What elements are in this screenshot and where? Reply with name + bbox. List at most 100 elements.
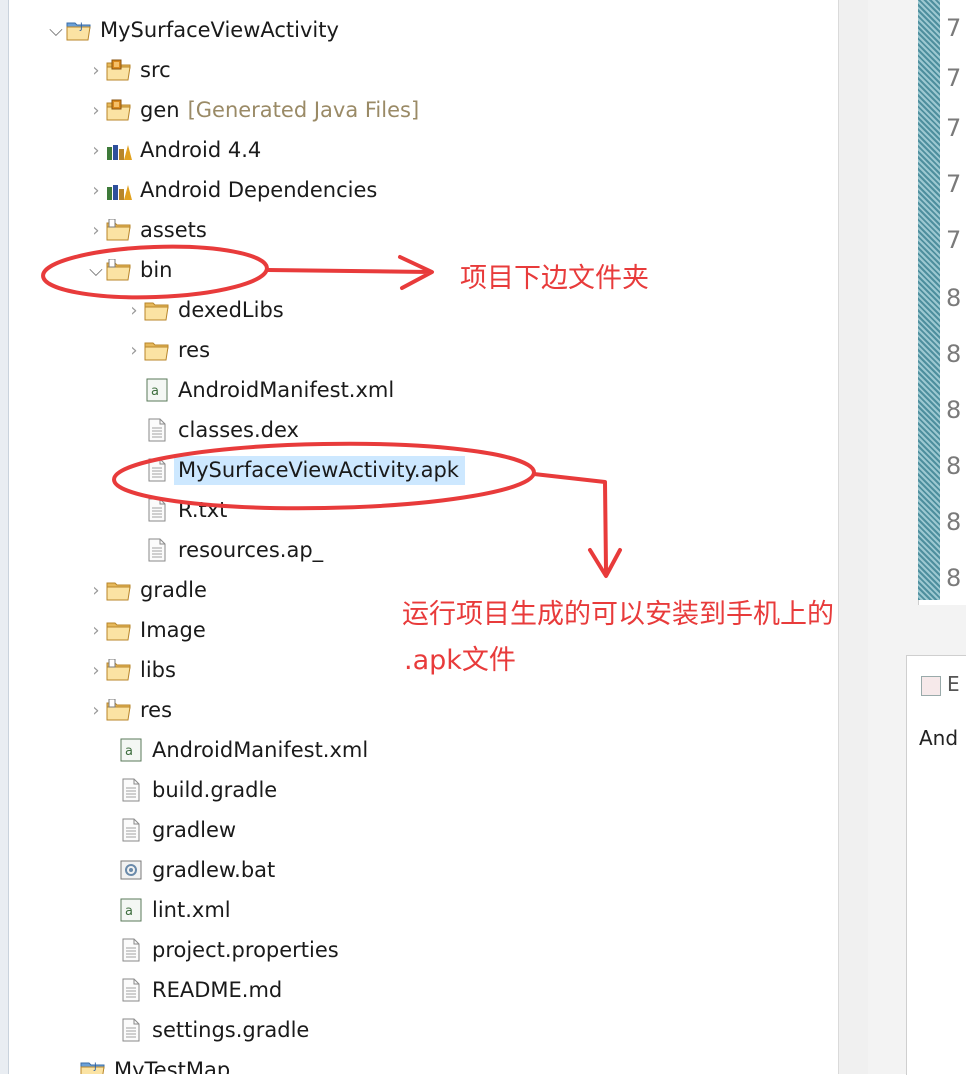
file-icon: [144, 458, 170, 482]
tree-item-src[interactable]: › src: [86, 52, 170, 88]
chevron-right-icon[interactable]: ›: [86, 580, 106, 601]
chevron-right-icon[interactable]: ›: [86, 620, 106, 641]
tree-item-label: assets: [140, 218, 207, 242]
tree-item-gradlew-bat[interactable]: gradlew.bat: [118, 852, 275, 888]
tree-item-label: project.properties: [152, 938, 339, 962]
tree-item-label: MyTestMap: [114, 1058, 231, 1074]
editor-line-char: 7: [946, 14, 962, 42]
editor-line-char: 7: [946, 170, 962, 198]
editor-line-char: 8: [946, 508, 962, 536]
tree-item-label: dexedLibs: [178, 298, 284, 322]
bin-annotation-text: 项目下边文件夹: [460, 263, 649, 294]
tree-item-label: res: [140, 698, 173, 722]
tree-item-mytestmap[interactable]: MyTestMap: [80, 1052, 230, 1074]
editor-line-char: 7: [946, 226, 962, 254]
chevron-right-icon[interactable]: ›: [86, 100, 106, 121]
editor-line-char: 7: [946, 64, 962, 92]
apk-annotation-text-line1: 运行项目生成的可以安装到手机上的: [402, 599, 834, 630]
tree-item-label: lint.xml: [152, 898, 231, 922]
xml-file-icon: [118, 738, 144, 762]
tree-item-libs[interactable]: › libs: [86, 652, 176, 688]
tree-item-gen[interactable]: › gen [Generated Java Files]: [86, 92, 419, 128]
tree-item-label: build.gradle: [152, 778, 278, 802]
view-content-text: And: [919, 726, 959, 750]
editor-line-char: 8: [946, 452, 962, 480]
tree-item-lint-xml[interactable]: lint.xml: [118, 892, 231, 928]
tree-item-bin-res[interactable]: › res: [124, 332, 210, 368]
tree-item-settings-gradle[interactable]: settings.gradle: [118, 1012, 309, 1048]
source-folder-icon: [106, 98, 132, 122]
tree-item-label: settings.gradle: [152, 1018, 310, 1042]
selection-highlight: MySurfaceViewActivity.apk: [174, 455, 465, 485]
folder-icon: [144, 338, 170, 362]
tree-item-label: MySurfaceViewActivity: [100, 18, 339, 42]
source-folder-icon: [106, 58, 132, 82]
tree-item-dexedlibs[interactable]: › dexedLibs: [124, 292, 284, 328]
tree-item-classes-dex[interactable]: classes.dex: [144, 412, 299, 448]
chevron-right-icon[interactable]: ›: [86, 180, 106, 201]
tree-item-label: gradlew.bat: [152, 858, 276, 882]
chevron-right-icon[interactable]: ›: [86, 220, 106, 241]
library-icon: [106, 178, 132, 202]
file-icon: [118, 938, 144, 962]
chevron-right-icon[interactable]: ›: [124, 340, 144, 361]
tree-item-label: MySurfaceViewActivity.apk: [178, 457, 459, 482]
tree-item-build-gradle[interactable]: build.gradle: [118, 772, 277, 808]
chevron-right-icon[interactable]: ›: [124, 300, 144, 321]
tree-item-bin-manifest[interactable]: AndroidManifest.xml: [144, 372, 394, 408]
tree-item-resources-ap[interactable]: resources.ap_: [144, 532, 323, 568]
tree-item-bin[interactable]: ⌵ bin: [86, 252, 172, 288]
chevron-right-icon[interactable]: ›: [86, 660, 106, 681]
explorer-scrollbar[interactable]: [838, 0, 869, 1074]
tree-item-readme[interactable]: README.md: [118, 972, 282, 1008]
tree-item-label: Android Dependencies: [140, 178, 378, 202]
tree-item-apk[interactable]: MySurfaceViewActivity.apk: [144, 452, 465, 488]
tree-item-label: README.md: [152, 978, 283, 1002]
tree-item-project-properties[interactable]: project.properties: [118, 932, 339, 968]
xml-file-icon: [144, 378, 170, 402]
tree-item-decoration: [Generated Java Files]: [187, 98, 420, 122]
tree-item-label: libs: [140, 658, 176, 682]
chevron-right-icon[interactable]: ›: [86, 700, 106, 721]
file-icon: [118, 978, 144, 1002]
resource-folder-icon: [106, 258, 132, 282]
tree-item-label: AndroidManifest.xml: [152, 738, 369, 762]
editor-line-char: 8: [946, 284, 962, 312]
library-icon: [106, 138, 132, 162]
tree-item-gradle-folder[interactable]: › gradle: [86, 572, 207, 608]
package-explorer: ⌵ MySurfaceViewActivity › src › gen [Gen…: [0, 0, 838, 1074]
tree-item-label: bin: [140, 258, 173, 282]
folder-icon: [106, 578, 132, 602]
tree-item-gradlew[interactable]: gradlew: [118, 812, 236, 848]
editor-ruler: [918, 0, 940, 600]
tree-item-label: gen: [140, 98, 180, 122]
tree-item-project[interactable]: ⌵ MySurfaceViewActivity: [46, 12, 339, 48]
tree-item-label: classes.dex: [178, 418, 299, 442]
explorer-left-border: [0, 0, 9, 1074]
folder-icon: [106, 618, 132, 642]
tree-item-manifest[interactable]: AndroidManifest.xml: [118, 732, 368, 768]
file-icon: [118, 778, 144, 802]
tree-item-android-dependencies[interactable]: › Android Dependencies: [86, 172, 377, 208]
resource-folder-icon: [106, 698, 132, 722]
tree-item-android-4-4[interactable]: › Android 4.4: [86, 132, 261, 168]
chevron-right-icon[interactable]: ›: [86, 60, 106, 81]
editor-line-char: 8: [946, 564, 962, 592]
view-tab-icon[interactable]: [921, 676, 941, 696]
view-tab-label[interactable]: E: [947, 672, 960, 696]
file-icon: [144, 418, 170, 442]
chevron-down-icon[interactable]: ⌵: [86, 260, 106, 281]
project-folder-icon: [66, 18, 92, 42]
tree-item-r-txt[interactable]: R.txt: [144, 492, 227, 528]
tree-item-label: gradle: [140, 578, 207, 602]
tree-item-res[interactable]: › res: [86, 692, 172, 728]
tree-item-image[interactable]: › Image: [86, 612, 205, 648]
tree-item-label: res: [178, 338, 211, 362]
tree-item-label: resources.ap_: [178, 538, 324, 562]
tree-item-label: R.txt: [178, 498, 228, 522]
chevron-right-icon[interactable]: ›: [86, 140, 106, 161]
tree-item-assets[interactable]: › assets: [86, 212, 207, 248]
tree-item-label: gradlew: [152, 818, 237, 842]
chevron-down-icon[interactable]: ⌵: [46, 20, 66, 41]
apk-annotation-text-line2: .apk文件: [404, 645, 516, 676]
